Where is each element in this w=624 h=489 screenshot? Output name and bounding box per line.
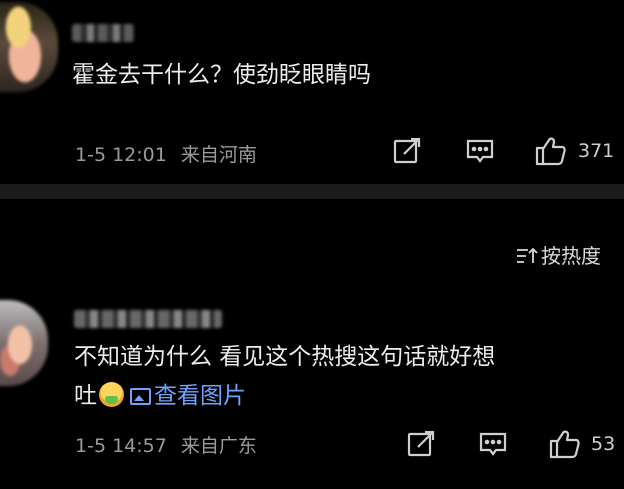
view-image-label: 查看图片 — [154, 383, 246, 409]
username-blurred[interactable] — [72, 24, 134, 42]
comment-text-end: 吐 — [74, 383, 97, 409]
username-blurred[interactable] — [74, 310, 222, 328]
thumbs-up-icon[interactable] — [549, 429, 581, 459]
share-icon[interactable] — [393, 137, 421, 164]
comment-text: 霍金去干什么？使劲眨眼睛吗 — [72, 62, 371, 88]
reply-icon[interactable] — [465, 138, 495, 164]
reply-icon[interactable] — [478, 431, 508, 457]
like-count: 53 — [591, 433, 616, 455]
like-count: 371 — [578, 140, 615, 162]
share-icon[interactable] — [407, 430, 435, 457]
comment-location: 来自河南 — [180, 144, 257, 166]
comment-location: 来自广东 — [180, 435, 257, 457]
sort-toggle[interactable]: 按热度 — [516, 240, 601, 270]
comment-time: 1-5 14:57 — [75, 435, 167, 457]
nauseated-face-icon — [99, 382, 124, 407]
avatar[interactable] — [0, 2, 58, 92]
comment-text-line2: 吐 查看图片 — [74, 379, 246, 413]
comment-time: 1-5 12:01 — [75, 144, 167, 166]
avatar[interactable] — [0, 300, 48, 386]
comment-text: 不知道为什么 看见这个热搜这句话就好想 — [74, 344, 496, 370]
sort-label: 按热度 — [541, 244, 601, 268]
view-image-link[interactable]: 查看图片 — [130, 383, 246, 409]
comment-meta: 1-5 12:01 来自河南 — [75, 140, 257, 167]
thumbs-up-icon[interactable] — [535, 136, 567, 166]
section-divider — [0, 184, 624, 199]
comment-meta: 1-5 14:57 来自广东 — [75, 431, 257, 458]
sort-icon — [516, 246, 538, 270]
image-icon — [130, 388, 151, 405]
